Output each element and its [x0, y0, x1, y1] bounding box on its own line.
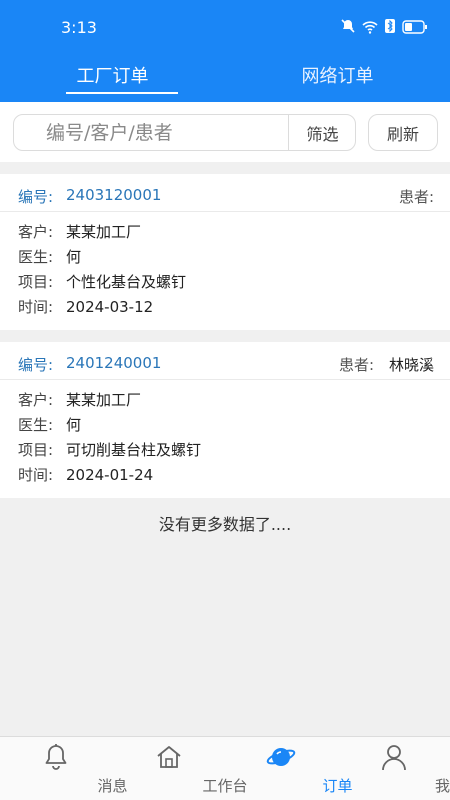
- doctor-row: 医生: 何: [18, 245, 432, 270]
- item-row: 项目: 可切削基台柱及螺钉: [18, 438, 432, 463]
- customer-row: 客户: 某某加工厂: [18, 220, 432, 245]
- nav-item-profile[interactable]: 我的: [338, 737, 450, 800]
- battery-icon: [402, 19, 428, 38]
- order-card[interactable]: 编号: 2401240001 患者: 林晓溪 客户: 某某加工厂 医生: 何 项…: [0, 342, 450, 498]
- planet-icon: [266, 743, 296, 775]
- patient-name: 林晓溪: [388, 356, 434, 374]
- order-tabs: 工厂订单 网络订单: [0, 56, 450, 102]
- customer-label: 客户:: [18, 391, 54, 409]
- user-icon: [381, 743, 407, 775]
- order-card-header: 编号: 2401240001 患者: 林晓溪: [0, 342, 450, 380]
- bluetooth-icon: [384, 18, 396, 38]
- status-icons: [340, 18, 428, 38]
- wifi-icon: [362, 19, 378, 38]
- nav-item-orders[interactable]: 订单: [225, 737, 353, 800]
- time-row: 时间: 2024-03-12: [18, 295, 432, 320]
- order-card-body: 客户: 某某加工厂 医生: 何 项目: 个性化基台及螺钉 时间: 2024-03…: [0, 212, 450, 330]
- tab-network-orders[interactable]: 网络订单: [225, 56, 450, 102]
- order-card-body: 客户: 某某加工厂 医生: 何 项目: 可切削基台柱及螺钉 时间: 2024-0…: [0, 380, 450, 498]
- customer-value: 某某加工厂: [66, 391, 142, 409]
- order-code-label: 编号:: [18, 356, 54, 374]
- search-area: 筛选 刷新: [0, 102, 450, 162]
- doctor-label: 医生:: [18, 416, 54, 434]
- nav-label: 我的: [434, 777, 450, 795]
- order-card[interactable]: 编号: 2403120001 患者: 客户: 某某加工厂 医生: 何 项目: 个…: [0, 174, 450, 330]
- time-label: 时间:: [18, 298, 54, 316]
- nav-item-messages[interactable]: 消息: [0, 737, 128, 800]
- tab-factory-orders[interactable]: 工厂订单: [0, 56, 225, 102]
- bottom-nav: 消息 工作台 订单 我的: [0, 736, 450, 800]
- order-code-label: 编号:: [18, 188, 54, 206]
- order-card-header: 编号: 2403120001 患者:: [0, 174, 450, 212]
- no-more-data-text: 没有更多数据了....: [158, 515, 292, 534]
- customer-label: 客户:: [18, 223, 54, 241]
- filter-button[interactable]: 筛选: [288, 115, 356, 150]
- status-time: 3:13: [61, 18, 97, 37]
- doctor-value: 何: [66, 416, 82, 434]
- time-value: 2024-03-12: [66, 298, 154, 316]
- status-bar: 3:13: [0, 0, 450, 56]
- order-list: 编号: 2403120001 患者: 客户: 某某加工厂 医生: 何 项目: 个…: [0, 174, 450, 510]
- refresh-button[interactable]: 刷新: [368, 114, 438, 151]
- time-label: 时间:: [18, 466, 54, 484]
- nav-item-workbench[interactable]: 工作台: [113, 737, 248, 800]
- doctor-value: 何: [66, 248, 82, 266]
- home-icon: [155, 743, 183, 775]
- patient-label: 患者:: [338, 356, 374, 374]
- time-value: 2024-01-24: [66, 466, 154, 484]
- tab-label: 工厂订单: [76, 66, 149, 87]
- tab-label: 网络订单: [301, 66, 374, 87]
- doctor-row: 医生: 何: [18, 413, 432, 438]
- item-value: 个性化基台及螺钉: [66, 273, 187, 291]
- search-box: 筛选: [13, 114, 356, 151]
- item-value: 可切削基台柱及螺钉: [66, 441, 202, 459]
- order-code: 2403120001: [66, 186, 162, 204]
- item-label: 项目:: [18, 273, 54, 291]
- mute-icon: [340, 18, 356, 38]
- bell-icon: [43, 743, 69, 775]
- app-header: 3:13 工厂订单 网络订单: [0, 0, 450, 102]
- item-label: 项目:: [18, 441, 54, 459]
- item-row: 项目: 个性化基台及螺钉: [18, 270, 432, 295]
- time-row: 时间: 2024-01-24: [18, 463, 432, 488]
- customer-row: 客户: 某某加工厂: [18, 388, 432, 413]
- patient-label: 患者:: [398, 188, 434, 206]
- customer-value: 某某加工厂: [66, 223, 142, 241]
- doctor-label: 医生:: [18, 248, 54, 266]
- order-code: 2401240001: [66, 354, 162, 372]
- search-input[interactable]: [14, 115, 287, 150]
